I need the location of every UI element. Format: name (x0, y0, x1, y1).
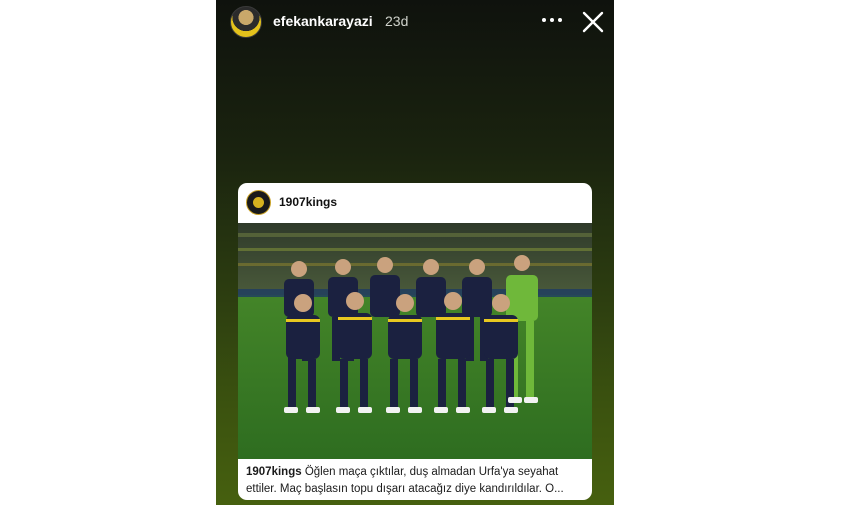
post-header: 1907kings (238, 183, 592, 223)
post-account-name[interactable]: 1907kings (279, 195, 337, 209)
story-username[interactable]: efekankarayazi (273, 13, 373, 29)
story-viewer[interactable]: efekankarayazi 23d 1907kings 1907kings Ö… (216, 0, 614, 505)
shared-post-card[interactable]: 1907kings 1907kings Öğlen maça çıktılar,… (238, 183, 592, 500)
caption-username[interactable]: 1907kings (246, 466, 302, 478)
post-caption: 1907kings Öğlen maça çıktılar, duş almad… (246, 464, 586, 498)
account-logo[interactable] (246, 190, 271, 215)
story-timestamp: 23d (385, 13, 409, 29)
more-icon[interactable] (542, 18, 562, 24)
team-photo (238, 223, 592, 459)
close-icon[interactable] (581, 10, 605, 34)
avatar[interactable] (230, 6, 262, 38)
story-header: efekankarayazi 23d (216, 0, 614, 44)
